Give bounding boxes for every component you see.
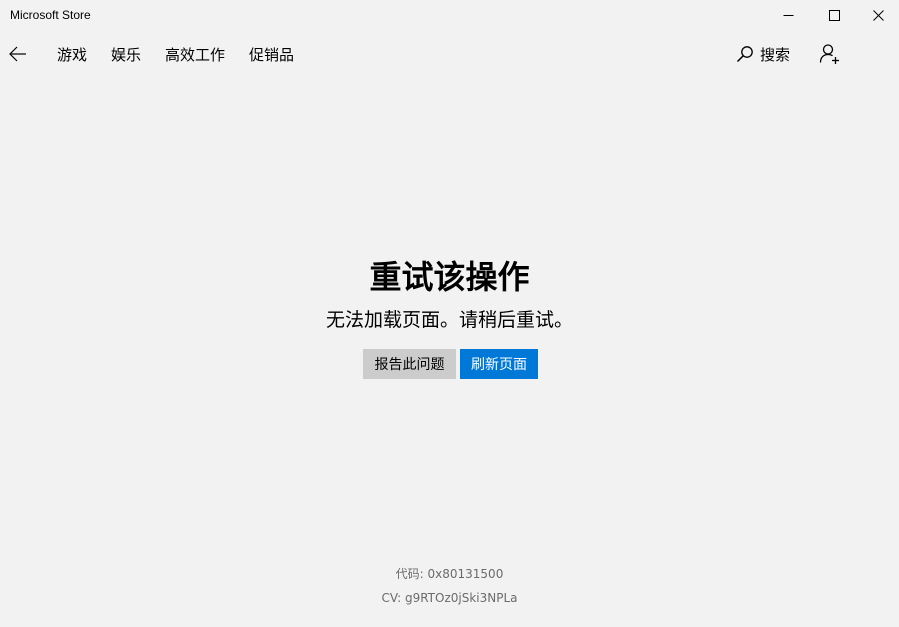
title-bar: Microsoft Store xyxy=(0,0,899,31)
nav-item-deals[interactable]: 促销品 xyxy=(249,44,294,65)
app-title: Microsoft Store xyxy=(10,8,91,22)
add-user-icon xyxy=(819,44,839,64)
back-arrow-icon xyxy=(9,46,26,62)
nav-item-productivity[interactable]: 高效工作 xyxy=(165,44,225,65)
correlation-vector: CV: g9RTOz0jSki3NPLa xyxy=(381,591,518,605)
search-button[interactable]: 搜索 xyxy=(736,38,790,70)
maximize-button[interactable] xyxy=(811,0,857,30)
search-label: 搜索 xyxy=(760,45,791,64)
nav-item-entertainment[interactable]: 娱乐 xyxy=(111,44,141,65)
search-icon xyxy=(736,46,753,63)
error-title: 重试该操作 xyxy=(369,258,530,296)
maximize-icon xyxy=(828,9,840,21)
report-problem-button[interactable]: 报告此问题 xyxy=(363,349,456,379)
account-button[interactable] xyxy=(814,38,846,70)
close-button[interactable] xyxy=(857,0,899,30)
minimize-button[interactable] xyxy=(765,0,811,30)
error-message: 无法加载页面。请稍后重试。 xyxy=(325,309,573,331)
back-button[interactable] xyxy=(2,36,34,72)
nav-bar: 游戏 娱乐 高效工作 促销品 搜索 xyxy=(0,32,899,76)
error-code: 代码: 0x80131500 xyxy=(395,567,504,581)
refresh-page-button[interactable]: 刷新页面 xyxy=(460,349,538,379)
minimize-icon xyxy=(783,14,793,16)
close-icon xyxy=(872,9,884,21)
nav-item-games[interactable]: 游戏 xyxy=(57,44,87,65)
